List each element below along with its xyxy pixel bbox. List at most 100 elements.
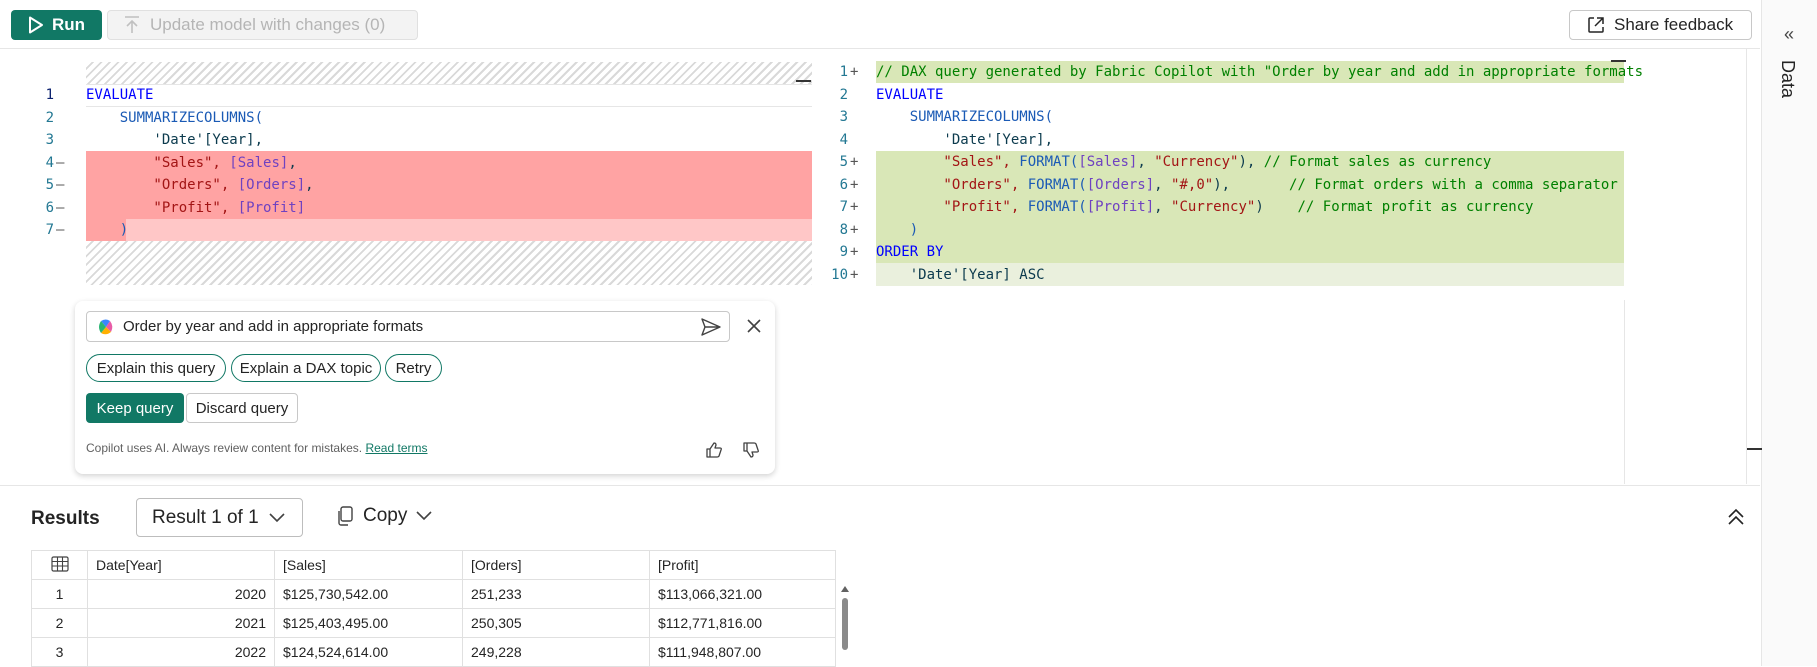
added-line-marker: + [850, 266, 859, 283]
code-token: ) [876, 221, 919, 238]
editor-line-marker [796, 80, 811, 82]
select-all-cell[interactable] [31, 550, 88, 580]
added-line-marker: + [850, 199, 859, 215]
column-header[interactable]: Date[Year] [87, 550, 275, 580]
code-token: "#,0" [1171, 176, 1214, 193]
profit-cell: $112,771,816.00 [649, 608, 836, 638]
editor-scroll-marker [1746, 448, 1762, 450]
right-rail [1761, 0, 1817, 666]
removed-line-marker: — [56, 199, 65, 216]
explain-dax-topic-chip-label: Explain a DAX topic [239, 359, 373, 377]
scroll-thumb[interactable] [842, 598, 848, 650]
original-editor-hatch-top [86, 62, 812, 85]
removed-line-marker: — [56, 154, 65, 171]
table-row[interactable]: 1 2020 $125,730,542.00 251,233 $113,066,… [31, 579, 836, 609]
code-token: , [288, 154, 297, 171]
code-token: [Sales] [229, 154, 289, 171]
code-text: ) [86, 219, 128, 242]
code-token: FORMAT( [1027, 199, 1087, 215]
table-row[interactable]: 3 2022 $124,524,614.00 249,228 $111,948,… [31, 637, 836, 667]
run-label: Run [51, 15, 86, 34]
code-text: "Sales", FORMAT([Sales], "Currency"), //… [876, 151, 1491, 174]
code-token: EVALUATE [86, 87, 154, 103]
results-scrollbar[interactable] [841, 586, 849, 666]
scroll-up-arrow[interactable] [841, 586, 849, 592]
keep-query-button[interactable]: Keep query [86, 393, 184, 423]
column-header[interactable]: [Profit] [649, 550, 836, 580]
code-text: SUMMARIZECOLUMNS( [876, 106, 1053, 129]
data-pane-tab[interactable]: Data [1777, 60, 1798, 98]
explain-query-chip-label: Explain this query [96, 359, 216, 377]
removed-line-7-highlight [86, 219, 812, 241]
editor-current-line [86, 84, 812, 107]
column-header[interactable]: [Orders] [462, 550, 650, 580]
line-number: 6 [45, 199, 54, 216]
run-button[interactable]: Run [11, 10, 102, 40]
code-token: ) [1255, 199, 1298, 215]
close-icon[interactable] [746, 318, 762, 334]
result-selector[interactable]: Result 1 of 1 [136, 498, 303, 537]
code-token: "Profit", [86, 199, 238, 216]
retry-chip[interactable]: Retry [385, 354, 442, 382]
code-token: 'Date'[Year], [876, 131, 1054, 148]
code-token: "Orders", [876, 176, 1028, 193]
code-text: "Profit", FORMAT([Profit], "Currency") /… [876, 196, 1533, 219]
copilot-prompt-field[interactable]: Order by year and add in appropriate for… [86, 311, 730, 342]
code-token: , [1154, 199, 1172, 215]
share-feedback-label: Share feedback [1614, 15, 1734, 34]
profit-cell: $113,066,321.00 [649, 579, 836, 609]
code-token: FORMAT( [1019, 154, 1079, 170]
collapse-results-icon[interactable] [1727, 508, 1745, 526]
sales-cell: $125,403,495.00 [274, 608, 463, 638]
read-terms-link[interactable]: Read terms [365, 441, 427, 455]
line-number: 9 [839, 244, 848, 260]
copilot-disclaimer: Copilot uses AI. Always review content f… [86, 441, 428, 455]
code-token: , [305, 177, 314, 193]
chevron-down-icon [416, 511, 432, 521]
code-token: , [1154, 176, 1172, 193]
code-text: EVALUATE [876, 84, 943, 107]
line-number: 4 [839, 131, 848, 148]
removed-line-marker: — [56, 222, 65, 238]
thumbs-down-icon[interactable] [742, 441, 760, 459]
line-number: 8 [839, 221, 848, 238]
copilot-icon [99, 319, 113, 334]
column-header[interactable]: [Sales] [274, 550, 463, 580]
code-token: "Currency" [1154, 154, 1239, 170]
play-icon [28, 16, 43, 34]
line-number: 3 [839, 109, 848, 125]
share-feedback-button[interactable]: Share feedback [1569, 10, 1752, 40]
code-token: [Sales] [1078, 154, 1138, 170]
code-text: "Orders", [Orders], [86, 174, 314, 197]
copy-button[interactable]: Copy [336, 505, 432, 527]
copy-icon [338, 506, 353, 526]
collapse-pane-icon[interactable]: « [1784, 24, 1794, 45]
thumbs-up-icon[interactable] [705, 441, 723, 459]
code-token: [Orders] [237, 177, 306, 193]
external-link-icon [1588, 17, 1604, 33]
line-number: 7 [839, 199, 848, 215]
code-token: SUMMARIZECOLUMNS( [86, 109, 264, 126]
line-number: 6 [839, 176, 848, 193]
original-editor-hatch-bottom [86, 241, 812, 285]
orders-cell: 250,305 [462, 608, 650, 638]
code-token: SUMMARIZECOLUMNS( [876, 109, 1054, 125]
line-number: 5 [45, 177, 54, 193]
send-icon[interactable] [701, 318, 721, 336]
code-token: , [1137, 154, 1155, 170]
discard-query-button[interactable]: Discard query [186, 393, 298, 423]
sales-cell: $124,524,614.00 [274, 637, 463, 667]
code-token: // Format sales as currency [1263, 154, 1492, 170]
explain-dax-topic-chip[interactable]: Explain a DAX topic [231, 354, 381, 382]
code-token: 'Date'[Year] ASC [876, 266, 1045, 283]
result-selector-value: Result 1 of 1 [152, 506, 259, 528]
sales-cell: $125,730,542.00 [274, 579, 463, 609]
code-token: [Orders] [1086, 176, 1155, 193]
line-number: 4 [45, 154, 54, 171]
code-text: 'Date'[Year], [876, 129, 1053, 152]
update-model-button[interactable]: Update model with changes (0) [107, 10, 418, 40]
table-row[interactable]: 2 2021 $125,403,495.00 250,305 $112,771,… [31, 608, 836, 638]
code-text: 'Date'[Year], [86, 129, 263, 152]
overview-ruler [1746, 48, 1747, 484]
explain-query-chip[interactable]: Explain this query [86, 354, 226, 382]
